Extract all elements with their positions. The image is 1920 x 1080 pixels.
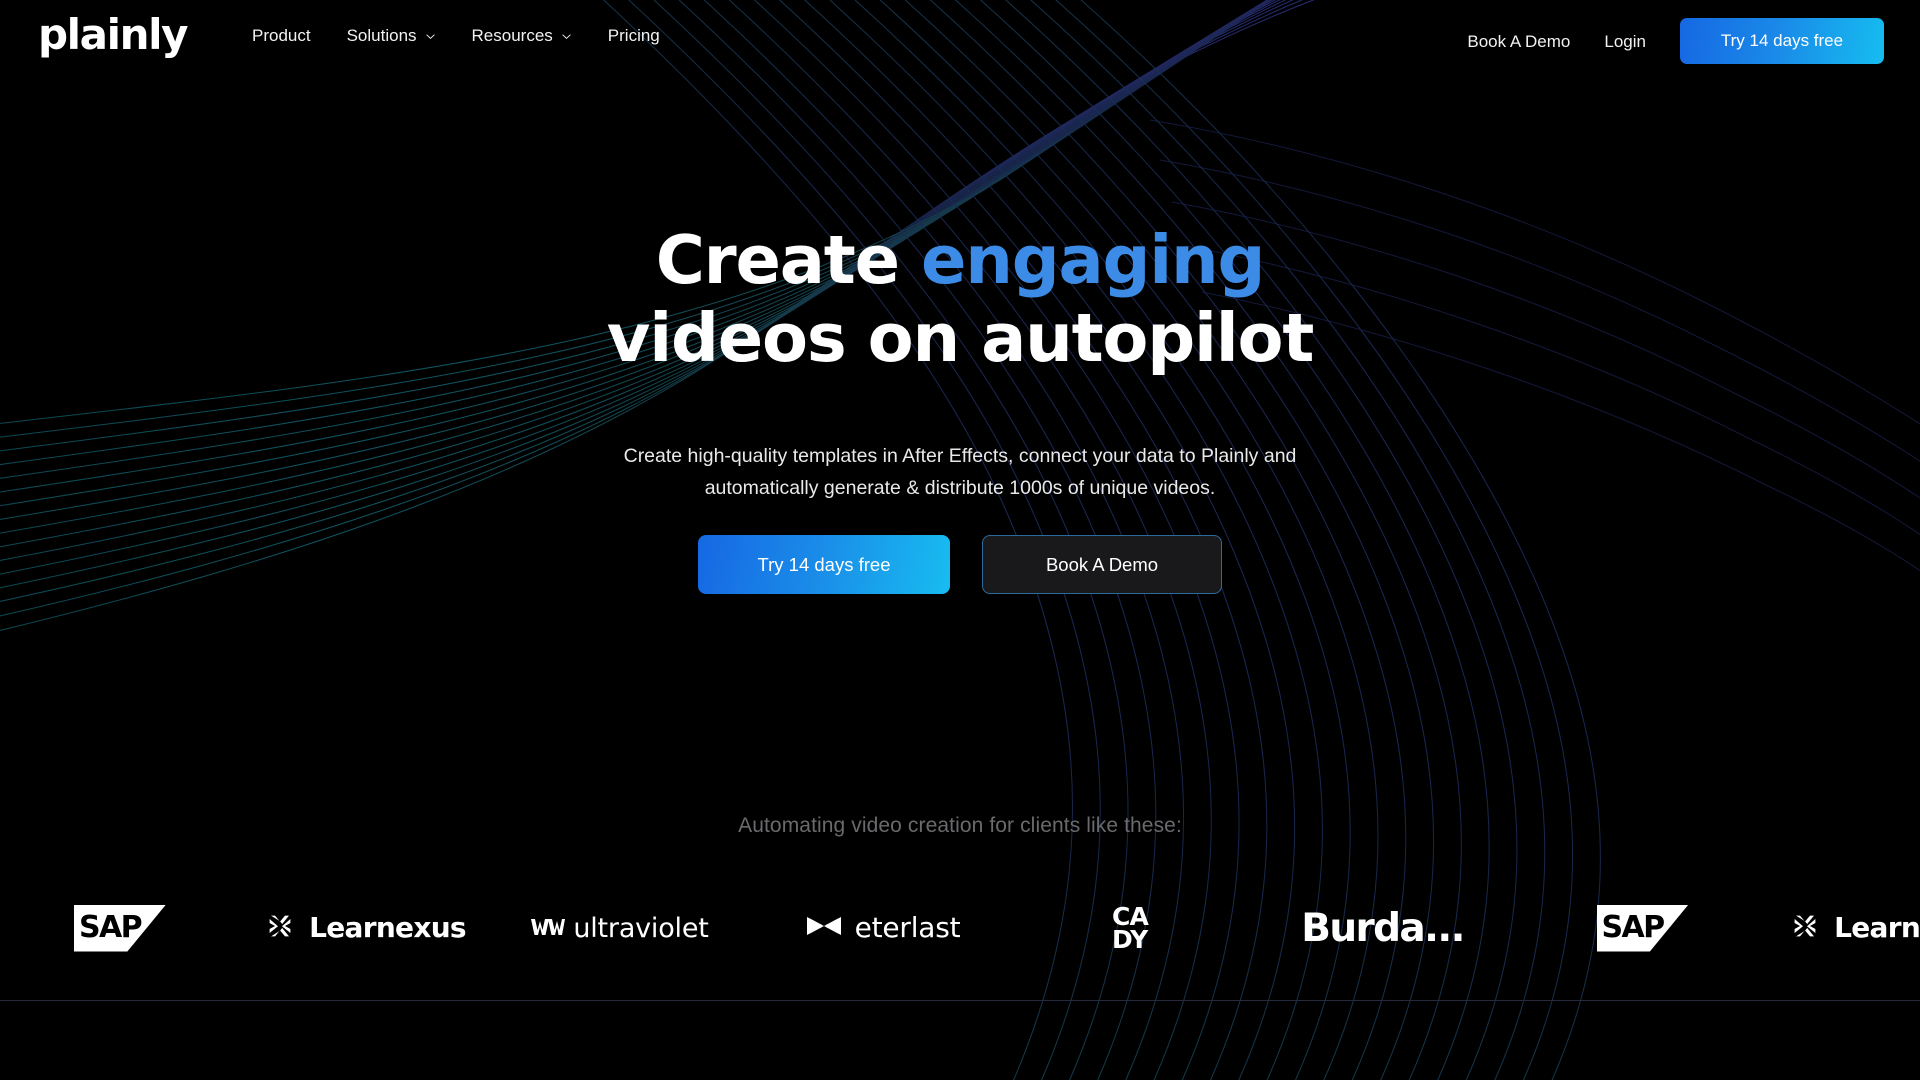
hero-heading-line2: videos on autopilot: [606, 298, 1315, 377]
sap-logo-icon: SAP: [74, 904, 166, 952]
hero-cta-group: Try 14 days free Book A Demo: [698, 535, 1222, 594]
primary-navigation: Product Solutions Resources Pricing: [252, 27, 660, 44]
client-logo-learnexus: Learnexus: [240, 876, 490, 980]
ultraviolet-wave-icon: [531, 915, 566, 941]
site-header: plainly Product Solutions Resources Pric…: [0, 0, 1920, 82]
brand-logo[interactable]: plainly: [38, 14, 188, 56]
client-logo-learnexus-repeat: Learnexus: [1765, 876, 1920, 980]
hero-subtitle: Create high-quality templates in After E…: [623, 445, 1297, 499]
hero-heading-plain: Create: [655, 221, 900, 299]
nav-item-product[interactable]: Product: [252, 27, 311, 44]
hero-trial-button[interactable]: Try 14 days free: [698, 535, 950, 594]
client-logo-label: Learnexus: [309, 911, 467, 944]
client-logo-label: eterlast: [854, 911, 961, 944]
hero-heading-highlight: engaging: [920, 221, 1265, 299]
nav-item-pricing[interactable]: Pricing: [608, 27, 660, 44]
sap-logo-icon: SAP: [1596, 904, 1689, 952]
hero-book-demo-button[interactable]: Book A Demo: [982, 535, 1222, 594]
logo-track: SAP Learnexus ultraviolet eterlast CA DY…: [0, 876, 1920, 980]
header-actions: Book A Demo Login Try 14 days free: [1467, 18, 1884, 64]
client-logo-label: SAP: [1601, 910, 1666, 945]
client-logo-label: SAP: [79, 910, 143, 945]
header-trial-button[interactable]: Try 14 days free: [1680, 18, 1884, 64]
client-logo-label-line2: DY: [1111, 925, 1148, 954]
learnexus-x-icon: [1789, 910, 1821, 946]
nav-item-label: Solutions: [346, 26, 417, 45]
client-logo-label: ultraviolet: [573, 912, 709, 944]
landing-page: plainly Product Solutions Resources Pric…: [0, 0, 1920, 1080]
nav-item-solutions[interactable]: Solutions: [347, 27, 436, 44]
client-logo-marquee: SAP Learnexus ultraviolet eterlast CA DY…: [0, 876, 1920, 980]
nav-item-resources[interactable]: Resources: [472, 27, 572, 44]
eterlast-infinity-icon: [805, 914, 843, 942]
client-logo-cady: CA DY: [1015, 876, 1245, 980]
cady-logo-mark: CA DY: [1111, 904, 1149, 954]
client-logo-label: Learnexus: [1834, 911, 1920, 944]
chevron-down-icon: [425, 31, 436, 42]
hero-heading: Create engaging videos on autopilot: [0, 221, 1920, 377]
client-logo-eterlast: eterlast: [750, 876, 1015, 980]
client-logo-burda: Burda...: [1245, 876, 1520, 980]
section-divider: [0, 1000, 1920, 1001]
client-logo-ultraviolet: ultraviolet: [490, 876, 750, 980]
book-demo-link[interactable]: Book A Demo: [1467, 33, 1570, 50]
client-logo-sap: SAP: [0, 876, 240, 980]
chevron-down-icon: [561, 31, 572, 42]
learnexus-x-icon: [264, 910, 296, 946]
client-logo-sap-repeat: SAP: [1520, 876, 1765, 980]
nav-item-label: Product: [252, 26, 311, 45]
nav-item-label: Pricing: [607, 26, 660, 45]
client-logo-label: Burda...: [1301, 905, 1465, 951]
nav-item-label: Resources: [471, 26, 553, 45]
login-link[interactable]: Login: [1604, 33, 1646, 50]
hero-heading-line1: Create engaging: [655, 221, 1266, 299]
